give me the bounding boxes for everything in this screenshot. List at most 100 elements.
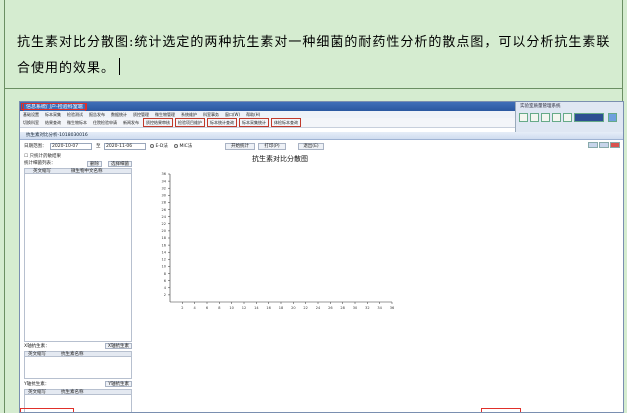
paragraph-text: 抗生素对比分散图:统计选定的两种抗生素对一种细菌的耐药性分析的散点图，可以分析抗…	[17, 35, 611, 76]
toolbar-button[interactable]: 微生物标本	[65, 118, 89, 127]
radio-ed[interactable]: E-D法	[150, 141, 168, 152]
x-tick-label: 36	[390, 306, 394, 310]
x-drug-label: X轴抗生素：	[24, 344, 50, 349]
delete-button[interactable]: 删除	[87, 161, 102, 167]
user-icon[interactable]	[574, 113, 604, 122]
y-tick-label: 28	[162, 201, 166, 205]
menu-item[interactable]: 检验测试	[67, 112, 83, 117]
y-tick-label: 2	[164, 293, 166, 297]
menu-bar: 基础设置 标本采集 检验测试 报告发布 数据统计 质控管理 微生物管理 系统维护 科室事务 窗口(…	[20, 111, 515, 118]
scatter-chart: 2 4 6 8 10 12 14 16 18 20 22 24 26 28 30 32 34 3624681012…	[162, 172, 395, 310]
y-tick-label: 6	[164, 279, 166, 283]
tool-icon[interactable]	[552, 113, 561, 122]
chart-title: 抗生素对比分散图	[252, 155, 308, 163]
x-tick-label: 8	[218, 306, 220, 310]
y-tick-label: 24	[162, 215, 167, 219]
radio-mic[interactable]: MIC法	[174, 141, 192, 152]
y-tick-label: 4	[164, 286, 167, 290]
y-tick-label: 22	[162, 222, 166, 226]
y-tick-label: 12	[162, 258, 166, 262]
tool-icon[interactable]	[530, 113, 539, 122]
bacteria-grid[interactable]	[24, 174, 132, 342]
embedded-app-screenshot: 信息系统门户-检验科室端 基础设置 标本采集 检验测试 报告发布 数据统计 质控管理 微生物…	[19, 101, 624, 413]
tool-icon[interactable]	[541, 113, 550, 122]
radio-mic-label: MIC法	[179, 144, 193, 149]
tool-icon[interactable]	[519, 113, 528, 122]
checkbox-label: 只统计药敏结果	[29, 154, 61, 159]
period-label: 日期范围：	[24, 144, 47, 149]
toolbar-button[interactable]: 新闻发布	[121, 118, 141, 127]
only-susceptibility-checkbox[interactable]: ☐ 只统计药敏结果	[24, 153, 61, 160]
print-button[interactable]: 打印(P)	[258, 143, 286, 150]
x-tick-label: 6	[206, 306, 208, 310]
x-drug-grid[interactable]	[24, 357, 132, 379]
y-tick-label: 32	[162, 186, 166, 190]
toolbar-button[interactable]: 结果查询	[43, 118, 63, 127]
menu-item[interactable]: 帮助(H)	[246, 112, 260, 117]
menu-item[interactable]: 系统维护	[181, 112, 197, 117]
y-tick-label: 36	[162, 172, 166, 176]
menu-item[interactable]: 基础设置	[23, 112, 39, 117]
menu-item[interactable]: 质控管理	[133, 112, 149, 117]
title-highlight-box	[21, 103, 87, 110]
end-date-input[interactable]: 2020-11-06	[104, 143, 146, 150]
menu-item[interactable]: 微生物管理	[155, 112, 175, 117]
radio-icon	[150, 143, 154, 148]
x-tick-label: 22	[303, 306, 307, 310]
to-label: 至	[96, 144, 101, 149]
right-panel: 实验室质量管理系统	[515, 102, 623, 132]
x-tick-label: 14	[254, 306, 259, 310]
y-drug-button[interactable]: Y轴抗生素	[105, 381, 132, 387]
text-caret	[119, 58, 121, 75]
filter-row: 日期范围： 2020-10-07 至 2020-11-06 E-D法 MIC法 …	[20, 141, 623, 152]
y-tick-label: 16	[162, 243, 166, 247]
right-panel-title: 实验室质量管理系统	[520, 104, 561, 109]
x-tick-label: 4	[194, 306, 197, 310]
y-tick-label: 20	[162, 229, 166, 233]
toolbar-button[interactable]: 切换科室	[21, 118, 41, 127]
help-icon[interactable]	[608, 113, 617, 122]
x-tick-label: 10	[229, 306, 233, 310]
x-tick-label: 26	[328, 306, 332, 310]
y-tick-label: 26	[162, 208, 166, 212]
x-tick-label: 28	[340, 306, 344, 310]
y-tick-label: 8	[164, 272, 166, 276]
toolbar-button[interactable]: 质控结果审核	[143, 118, 173, 127]
start-stats-button[interactable]: 开始统计	[225, 143, 255, 150]
table-border-bottom	[4, 88, 623, 89]
menu-item[interactable]: 窗口(W)	[225, 112, 240, 117]
x-tick-label: 2	[181, 306, 183, 310]
y-drug-label: Y轴抗生素：	[24, 382, 50, 387]
start-date-input[interactable]: 2020-10-07	[50, 143, 92, 150]
y-tick-label: 14	[162, 250, 167, 254]
y-tick-label: 30	[162, 194, 166, 198]
x-tick-label: 20	[291, 306, 295, 310]
radio-icon	[174, 143, 178, 148]
left-panel: ☐ 只统计药敏结果 统计细菌列表： 删除 选择细菌 英文缩写 微生物中文名称 X…	[24, 153, 132, 412]
menu-item[interactable]: 数据统计	[111, 112, 127, 117]
table-border-left	[4, 0, 5, 413]
menu-item[interactable]: 报告发布	[89, 112, 105, 117]
toolbar-button[interactable]: 住院检验申请	[91, 118, 119, 127]
description-paragraph[interactable]: 抗生素对比分散图:统计选定的两种抗生素对一种细菌的耐药性分析的散点图，可以分析抗…	[17, 30, 617, 82]
bottom-right-highlight-box	[481, 408, 521, 412]
toolbar-button[interactable]: 标本采集统计	[239, 118, 269, 127]
bacteria-list-label: 统计细菌列表：	[24, 161, 56, 166]
inner-window-titlebar: 抗生素对比分析-1018030016	[20, 132, 623, 148]
toolbar-button[interactable]: 检验项目维护	[175, 118, 205, 127]
select-bacteria-button[interactable]: 选择细菌	[108, 161, 132, 167]
bottom-left-highlight-box	[20, 408, 74, 412]
exit-button[interactable]: 退出(E)	[298, 143, 324, 150]
radio-ed-label: E-D法	[155, 144, 168, 149]
x-tick-label: 34	[377, 306, 382, 310]
menu-item[interactable]: 科室事务	[203, 112, 219, 117]
toolbar-button[interactable]: 标本统计查询	[207, 118, 237, 127]
x-tick-label: 16	[266, 306, 270, 310]
x-drug-button[interactable]: X轴抗生素	[104, 343, 132, 349]
app-toolbar: 切换科室 结果查询 微生物标本 住院检验申请 新闻发布 质控结果审核 检验项目维护 标本统计查…	[20, 118, 515, 128]
menu-item[interactable]: 标本采集	[45, 112, 61, 117]
inner-window-title: 抗生素对比分析-1018030016	[26, 133, 88, 138]
tool-icon[interactable]	[563, 113, 572, 122]
toolbar-button[interactable]: 体检标本查询	[271, 118, 301, 127]
x-tick-label: 18	[279, 306, 283, 310]
